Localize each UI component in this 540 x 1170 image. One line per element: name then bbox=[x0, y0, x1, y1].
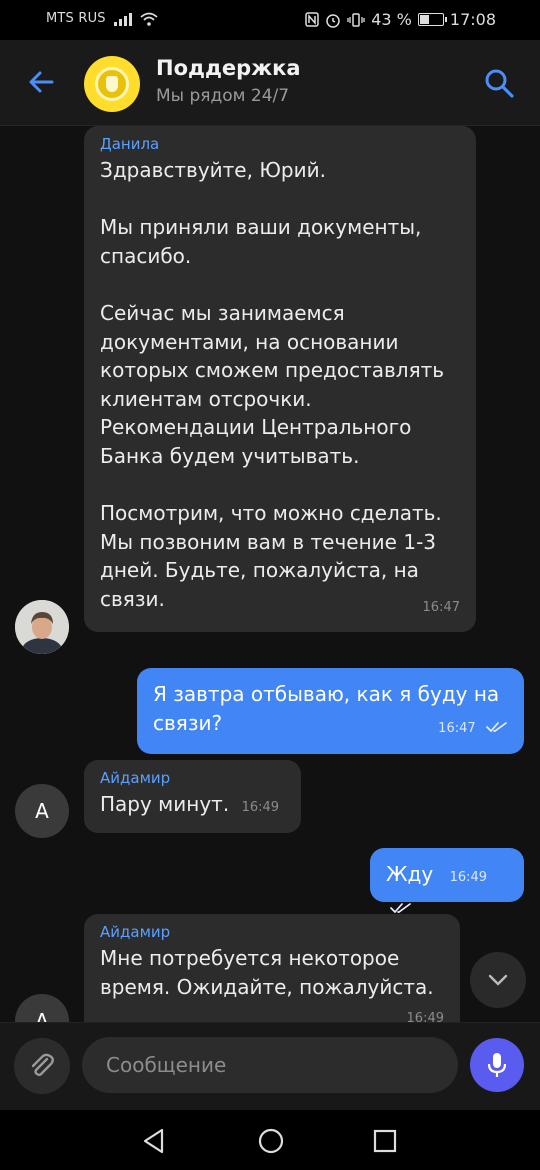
bank-crest-icon bbox=[95, 67, 129, 101]
message-bubble-incoming[interactable]: Данила Здравствуйте, Юрий. Мы приняли ва… bbox=[84, 126, 476, 633]
battery-fill bbox=[419, 15, 430, 24]
status-right: 43 % 17:08 bbox=[305, 10, 496, 29]
sender-name: Айдамир bbox=[100, 769, 171, 787]
status-left: MTS RUS bbox=[46, 11, 158, 26]
message-bubble-outgoing[interactable]: Я завтра отбываю, как я буду на связи? 1… bbox=[137, 668, 524, 754]
message-bubble-incoming[interactable]: Айдамир Пару минут. 16:49 bbox=[84, 760, 301, 833]
nav-recents-icon bbox=[373, 1129, 397, 1153]
battery-icon bbox=[417, 13, 447, 26]
sender-name: Айдамир bbox=[100, 923, 171, 941]
back-arrow-icon bbox=[29, 71, 54, 93]
nav-home-button[interactable] bbox=[256, 1126, 286, 1156]
message-time: 16:47 bbox=[438, 721, 476, 737]
chat-title[interactable]: Поддержка bbox=[156, 56, 301, 80]
back-button[interactable] bbox=[24, 64, 64, 100]
status-bar: MTS RUS 43 % 17:08 bbox=[0, 0, 540, 40]
scroll-to-bottom-button[interactable] bbox=[470, 952, 526, 1008]
chat-header: Поддержка Мы рядом 24/7 bbox=[0, 40, 540, 126]
nfc-icon bbox=[305, 12, 319, 27]
nav-recents-button[interactable] bbox=[370, 1126, 400, 1156]
message-text: Здравствуйте, Юрий. Мы приняли ваши доку… bbox=[100, 158, 445, 611]
message-input[interactable] bbox=[82, 1037, 458, 1093]
vibrate-icon bbox=[347, 12, 365, 27]
double-check-icon bbox=[486, 721, 507, 732]
microphone-button[interactable] bbox=[470, 1038, 524, 1092]
search-icon bbox=[485, 69, 514, 98]
alarm-icon bbox=[326, 13, 340, 28]
avatar-aidamir[interactable]: А bbox=[15, 784, 69, 838]
message-time: 16:49 bbox=[449, 870, 488, 885]
message-time: 16:47 bbox=[422, 599, 460, 615]
message-text: Мне потребуется некоторое время. Ожидайт… bbox=[100, 946, 434, 999]
wifi-icon bbox=[140, 12, 158, 26]
microphone-icon bbox=[487, 1053, 507, 1077]
message-list[interactable]: Данила Здравствуйте, Юрий. Мы приняли ва… bbox=[0, 126, 540, 1022]
nav-home-icon bbox=[258, 1128, 284, 1154]
nav-back-icon bbox=[143, 1128, 164, 1154]
system-nav-bar bbox=[0, 1110, 540, 1170]
double-check-icon bbox=[390, 903, 411, 914]
composer-bar bbox=[0, 1022, 540, 1110]
avatar-letter: А bbox=[35, 1009, 49, 1022]
carrier-label: MTS RUS bbox=[46, 11, 106, 26]
clock: 17:08 bbox=[449, 10, 496, 29]
nav-back-button[interactable] bbox=[140, 1126, 170, 1156]
message-text: Пару минут. bbox=[100, 792, 230, 816]
battery-percent: 43 % bbox=[371, 10, 412, 29]
paperclip-icon bbox=[31, 1053, 54, 1076]
sender-name: Данила bbox=[100, 135, 160, 153]
avatar-danila[interactable] bbox=[15, 600, 69, 654]
avatar-letter: А bbox=[35, 799, 49, 823]
message-bubble-outgoing[interactable]: Жду 16:49 bbox=[370, 848, 524, 914]
message-text: Жду bbox=[386, 862, 434, 886]
message-bubble-incoming[interactable]: Айдамир Мне потребуется некоторое время.… bbox=[84, 914, 460, 1022]
message-time: 16:49 bbox=[406, 1011, 444, 1022]
support-logo-avatar[interactable] bbox=[84, 56, 140, 112]
person-photo-icon bbox=[15, 600, 69, 654]
attach-button[interactable] bbox=[14, 1038, 70, 1094]
signal-icon bbox=[113, 12, 132, 26]
chevron-down-icon bbox=[488, 974, 508, 986]
avatar-aidamir[interactable]: А bbox=[15, 994, 69, 1022]
message-time: 16:49 bbox=[241, 800, 280, 815]
search-button[interactable] bbox=[482, 66, 518, 102]
chat-subtitle: Мы рядом 24/7 bbox=[156, 86, 290, 106]
